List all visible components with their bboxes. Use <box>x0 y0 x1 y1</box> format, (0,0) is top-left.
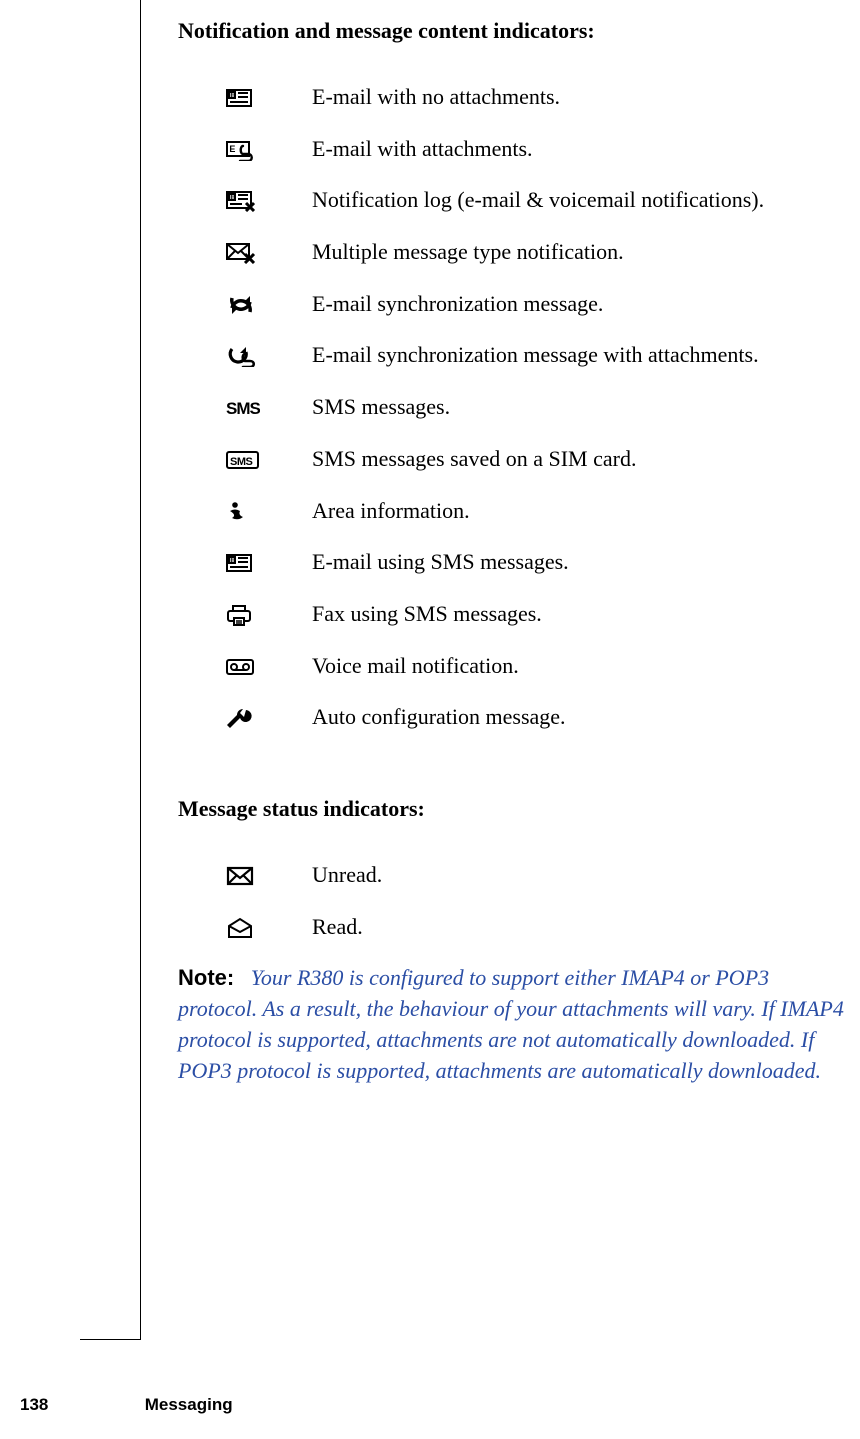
footer-section: Messaging <box>145 1395 233 1414</box>
indicator-description: E-mail using SMS messages. <box>312 547 575 577</box>
indicator-row: Read. <box>226 912 850 942</box>
svg-text:E: E <box>230 93 235 100</box>
svg-text:SMS: SMS <box>226 399 260 418</box>
note-body: Your R380 is configured to support eithe… <box>178 965 844 1082</box>
section-heading-2: Message status indicators: <box>178 796 850 822</box>
page-number: 138 <box>20 1395 140 1415</box>
indicator-description: Multiple message type notification. <box>312 237 630 267</box>
margin-rule <box>140 0 141 1340</box>
indicator-description: SMS messages saved on a SIM card. <box>312 444 642 474</box>
email-sms-icon: E <box>226 547 312 574</box>
indicator-row: E Notification log (e-mail & voicemail no… <box>226 185 850 215</box>
svg-text:E: E <box>230 558 235 565</box>
email-sync-attach-icon <box>226 340 312 367</box>
content-indicators-table: E E-mail with no attachments. E E-mail with… <box>226 82 850 732</box>
indicator-description: Auto configuration message. <box>312 702 572 732</box>
voicemail-icon <box>226 651 312 678</box>
status-indicators-table: Unread. Read. <box>226 860 850 941</box>
indicator-description: Fax using SMS messages. <box>312 599 548 629</box>
indicator-row: Auto configuration message. <box>226 702 850 732</box>
margin-rule-bottom <box>80 1339 140 1340</box>
page-footer: 138 Messaging <box>0 1389 860 1439</box>
indicator-row: Voice mail notification. <box>226 651 850 681</box>
multi-message-icon <box>226 237 312 264</box>
svg-text:E: E <box>229 144 235 154</box>
indicator-row: E-mail synchronization message with atta… <box>226 340 850 370</box>
indicator-row: Multiple message type notification. <box>226 237 850 267</box>
indicator-row: SMS SMS messages. <box>226 392 850 422</box>
email-attach-icon: E <box>226 134 312 161</box>
sms-sim-icon: SMS <box>226 444 312 471</box>
svg-text:E: E <box>230 195 235 202</box>
indicator-description: SMS messages. <box>312 392 456 422</box>
indicator-description: E-mail with attachments. <box>312 134 539 164</box>
indicator-description: E-mail synchronization message. <box>312 289 609 319</box>
notification-log-icon: E <box>226 185 312 212</box>
indicator-row: Area information. <box>226 496 850 526</box>
indicator-row: E E-mail with no attachments. <box>226 82 850 112</box>
indicator-row: SMS SMS messages saved on a SIM card. <box>226 444 850 474</box>
indicator-description: Area information. <box>312 496 476 526</box>
indicator-row: E E-mail using SMS messages. <box>226 547 850 577</box>
indicator-description: Voice mail notification. <box>312 651 525 681</box>
email-sync-icon <box>226 289 312 316</box>
indicator-description: Read. <box>312 912 369 942</box>
info-icon <box>226 496 312 523</box>
read-icon <box>226 912 312 939</box>
sms-text-icon: SMS <box>226 392 312 419</box>
svg-text:SMS: SMS <box>230 456 253 468</box>
indicator-description: E-mail with no attachments. <box>312 82 566 112</box>
unread-icon <box>226 860 312 887</box>
indicator-description: Notification log (e-mail & voicemail not… <box>312 185 770 215</box>
note-label: Note: <box>178 965 234 990</box>
indicator-row: Unread. <box>226 860 850 890</box>
fax-sms-icon <box>226 599 312 626</box>
wrench-icon <box>226 702 312 729</box>
indicator-description: Unread. <box>312 860 388 890</box>
indicator-row: Fax using SMS messages. <box>226 599 850 629</box>
indicator-row: E E-mail with attachments. <box>226 134 850 164</box>
indicator-row: E-mail synchronization message. <box>226 289 850 319</box>
email-plain-icon: E <box>226 82 312 109</box>
section-heading-1: Notification and message content indicat… <box>178 18 850 44</box>
note-block: Note: Your R380 is configured to support… <box>178 963 850 1086</box>
indicator-description: E-mail synchronization message with atta… <box>312 340 765 370</box>
